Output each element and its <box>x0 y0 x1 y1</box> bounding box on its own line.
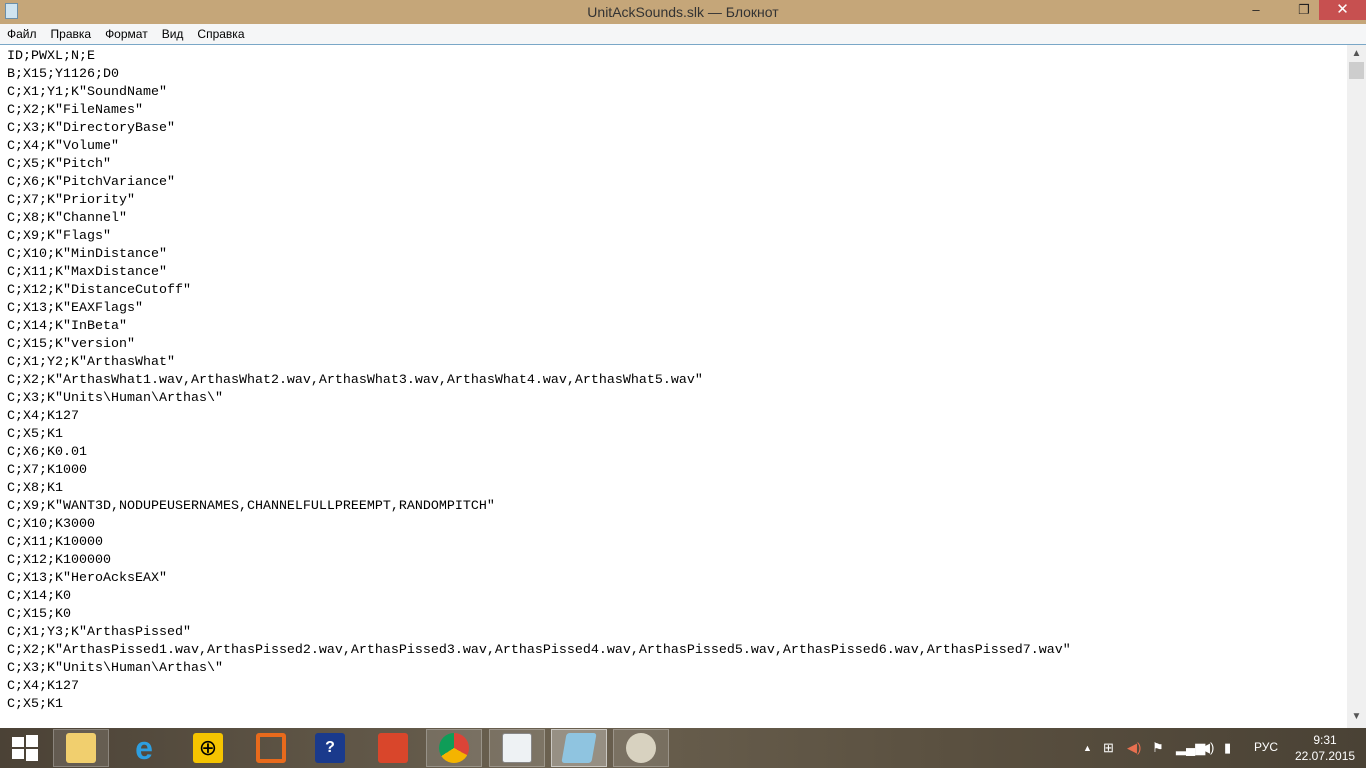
text-line: C;X9;K"Flags" <box>7 229 111 244</box>
window-app-icon <box>502 733 532 763</box>
text-line: C;X13;K"EAXFlags" <box>7 301 143 316</box>
text-line: C;X12;K100000 <box>7 553 111 568</box>
menu-bar: Файл Правка Формат Вид Справка <box>0 24 1366 44</box>
minimize-button[interactable]: – <box>1242 0 1270 20</box>
taskbar-help[interactable]: ? <box>302 729 358 767</box>
text-line: C;X12;K"DistanceCutoff" <box>7 283 191 298</box>
text-line: C;X13;K"HeroAcksEAX" <box>7 571 167 586</box>
text-line: C;X15;K0 <box>7 607 71 622</box>
menu-file[interactable]: Файл <box>0 24 44 41</box>
paint-icon <box>626 733 656 763</box>
text-line: B;X15;Y1126;D0 <box>7 67 119 82</box>
text-line: C;X11;K"MaxDistance" <box>7 265 167 280</box>
title-bar: UnitAckSounds.slk — Блокнот – ❐ ✕ <box>0 0 1366 24</box>
chrome-icon <box>439 733 469 763</box>
windows-icon <box>12 735 38 761</box>
scroll-down-icon[interactable]: ▼ <box>1347 711 1366 728</box>
text-line: C;X10;K3000 <box>7 517 95 532</box>
text-line: C;X4;K127 <box>7 679 79 694</box>
text-line: C;X3;K"Units\Human\Arthas\" <box>7 661 223 676</box>
show-hidden-icons[interactable]: ▲ <box>1083 743 1092 753</box>
text-line: C;X5;K1 <box>7 697 63 712</box>
taskbar-ie[interactable]: e <box>116 729 172 767</box>
taskbar-office[interactable] <box>243 729 299 767</box>
text-line: C;X5;K"Pitch" <box>7 157 111 172</box>
vertical-scrollbar[interactable]: ▲ ▼ <box>1347 45 1366 728</box>
text-line: C;X3;K"DirectoryBase" <box>7 121 175 136</box>
text-line: C;X7;K1000 <box>7 463 87 478</box>
taskbar-globe-app[interactable]: ⊕ <box>180 729 236 767</box>
battery-icon[interactable]: ▮ <box>1224 740 1231 756</box>
taskbar-app-red[interactable] <box>365 729 421 767</box>
taskbar-explorer[interactable] <box>53 729 109 767</box>
menu-help[interactable]: Справка <box>190 24 251 41</box>
text-line: C;X1;Y3;K"ArthasPissed" <box>7 625 191 640</box>
text-line: C;X3;K"Units\Human\Arthas\" <box>7 391 223 406</box>
scroll-up-icon[interactable]: ▲ <box>1347 45 1366 62</box>
app-red-icon <box>378 733 408 763</box>
ie-icon: e <box>135 730 153 766</box>
clock-time: 9:31 <box>1313 733 1337 747</box>
close-button[interactable]: ✕ <box>1319 0 1366 20</box>
globe-icon: ⊕ <box>193 733 223 763</box>
text-line: C;X8;K"Channel" <box>7 211 127 226</box>
flag-error-icon[interactable]: ⚑ <box>1152 740 1164 756</box>
text-line: C;X14;K0 <box>7 589 71 604</box>
window-title: UnitAckSounds.slk — Блокнот <box>587 4 779 20</box>
text-line: C;X2;K"ArthasWhat1.wav,ArthasWhat2.wav,A… <box>7 373 703 388</box>
speaker-muted-icon[interactable]: ◀) <box>1127 740 1141 756</box>
action-center-windows-icon[interactable]: ⊞ <box>1103 740 1114 756</box>
text-line: C;X11;K10000 <box>7 535 103 550</box>
text-line: C;X9;K"WANT3D,NODUPEUSERNAMES,CHANNELFUL… <box>7 499 495 514</box>
text-line: C;X8;K1 <box>7 481 63 496</box>
text-line: C;X1;Y2;K"ArthasWhat" <box>7 355 175 370</box>
volume-icon[interactable]: ◀) <box>1200 740 1214 756</box>
notepad-icon <box>561 733 597 763</box>
language-indicator[interactable]: РУС <box>1254 740 1278 754</box>
menu-format[interactable]: Формат <box>98 24 155 41</box>
text-line: C;X10;K"MinDistance" <box>7 247 167 262</box>
folder-icon <box>66 733 96 763</box>
text-line: C;X2;K"FileNames" <box>7 103 143 118</box>
menu-view[interactable]: Вид <box>155 24 191 41</box>
text-line: C;X6;K0.01 <box>7 445 87 460</box>
taskbar-notepad[interactable] <box>551 729 607 767</box>
start-button[interactable] <box>0 729 50 767</box>
scroll-thumb[interactable] <box>1349 62 1364 79</box>
text-line: C;X6;K"PitchVariance" <box>7 175 175 190</box>
office-icon <box>256 733 286 763</box>
text-line: C;X4;K"Volume" <box>7 139 119 154</box>
taskbar: e ⊕ ? ▲ ⊞ ◀) ⚑ ▂▄▆ ◀) ▮ РУС 9:31 22.07.2… <box>0 728 1366 768</box>
help-icon: ? <box>315 733 345 763</box>
editor-text[interactable]: ID;PWXL;N;E B;X15;Y1126;D0 C;X1;Y1;K"Sound… <box>7 48 1071 714</box>
restore-button[interactable]: ❐ <box>1290 0 1318 20</box>
text-line: C;X1;Y1;K"SoundName" <box>7 85 167 100</box>
text-line: C;X5;K1 <box>7 427 63 442</box>
text-line: C;X7;K"Priority" <box>7 193 135 208</box>
taskbar-window-app[interactable] <box>489 729 545 767</box>
taskbar-paint[interactable] <box>613 729 669 767</box>
text-line: C;X4;K127 <box>7 409 79 424</box>
taskbar-chrome[interactable] <box>426 729 482 767</box>
text-line: C;X2;K"ArthasPissed1.wav,ArthasPissed2.w… <box>7 643 1071 658</box>
text-line: C;X14;K"InBeta" <box>7 319 127 334</box>
text-line: ID;PWXL;N;E <box>7 49 95 64</box>
text-editor[interactable]: ID;PWXL;N;E B;X15;Y1126;D0 C;X1;Y1;K"Sound… <box>0 44 1366 728</box>
clock[interactable]: 9:31 22.07.2015 <box>1295 732 1355 764</box>
menu-edit[interactable]: Правка <box>44 24 99 41</box>
text-line: C;X15;K"version" <box>7 337 135 352</box>
clock-date: 22.07.2015 <box>1295 749 1356 763</box>
